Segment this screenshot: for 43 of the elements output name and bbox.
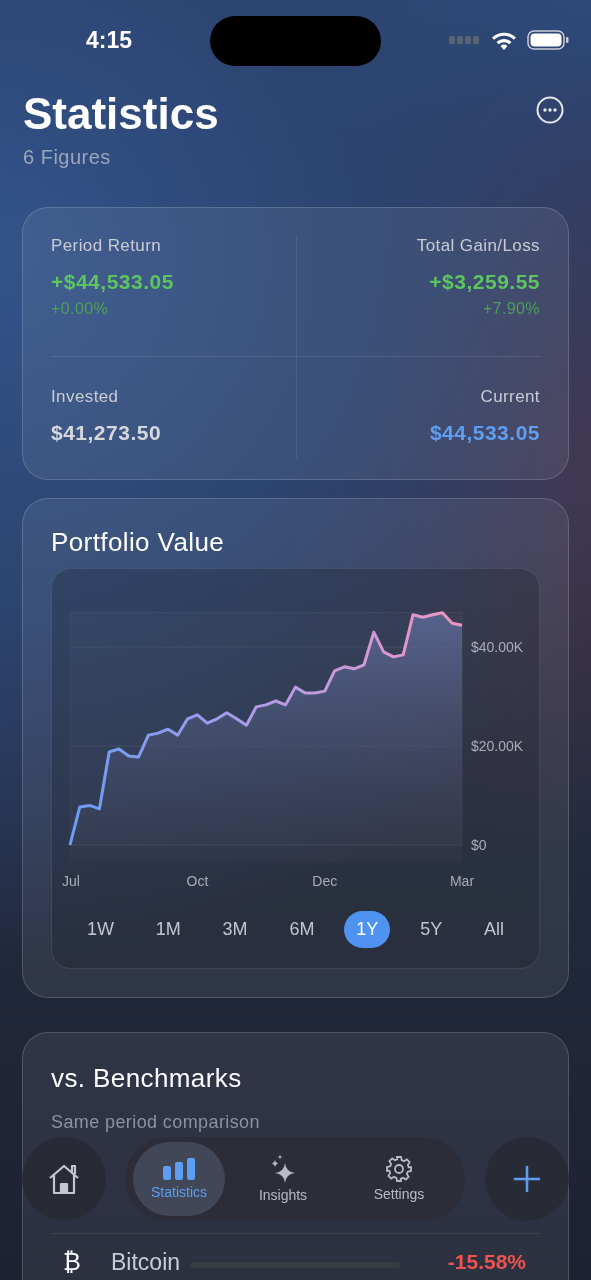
stat-change: +0.00%: [51, 300, 110, 318]
range-tab[interactable]: 6M: [277, 911, 327, 948]
stat-label: Invested: [51, 387, 120, 407]
wifi-icon: [491, 30, 517, 50]
range-tab[interactable]: 3M: [210, 911, 260, 948]
stat-value: +$3,259.55: [429, 270, 540, 294]
tab-item[interactable]: Insights: [225, 1142, 341, 1216]
status-time: 4:15: [86, 26, 133, 54]
tab-item[interactable]: Settings: [341, 1142, 457, 1216]
stat-label: Current: [480, 387, 540, 407]
bar-chart-icon: [163, 1158, 195, 1180]
sparkle-icon: [270, 1155, 296, 1183]
card-title: Portfolio Value: [51, 527, 226, 558]
asset-name: Bitcoin: [111, 1248, 181, 1276]
range-tab[interactable]: 1W: [74, 911, 126, 948]
stat-label: Period Return: [51, 236, 163, 256]
stat-label: Total Gain/Loss: [416, 236, 540, 256]
y-axis-label: $40.00K: [471, 639, 524, 655]
y-axis-label: $20.00K: [471, 738, 524, 754]
plus-icon: [513, 1165, 541, 1193]
settings-icon: [386, 1156, 412, 1182]
range-tab[interactable]: 1M: [143, 911, 193, 948]
stat-change: +7.90%: [482, 300, 540, 318]
battery-icon: [527, 30, 569, 50]
page-title: Statistics: [23, 88, 219, 140]
x-axis-label: Oct: [186, 873, 209, 889]
home-icon: [47, 1163, 81, 1195]
card-title: vs. Benchmarks: [51, 1063, 243, 1094]
x-axis-label: Jul: [62, 873, 80, 889]
signal-icon: [449, 36, 481, 44]
x-axis-label: Mar: [449, 873, 475, 889]
stat-value: $41,273.50: [51, 421, 163, 445]
asset-symbol: ₿: [62, 1248, 82, 1276]
stat-value: +$44,533.05: [51, 270, 175, 294]
range-tab[interactable]: All: [472, 911, 516, 948]
y-axis-label: $0: [471, 837, 487, 853]
stat-value: $44,533.05: [429, 421, 540, 445]
more-button[interactable]: [536, 96, 564, 124]
range-tab[interactable]: 5Y: [408, 911, 455, 948]
asset-change: -15.58%: [447, 1250, 526, 1274]
page-subtitle: 6 Figures: [23, 146, 112, 169]
card-subtitle: Same period comparison: [51, 1112, 261, 1133]
x-axis-label: Dec: [312, 873, 338, 889]
